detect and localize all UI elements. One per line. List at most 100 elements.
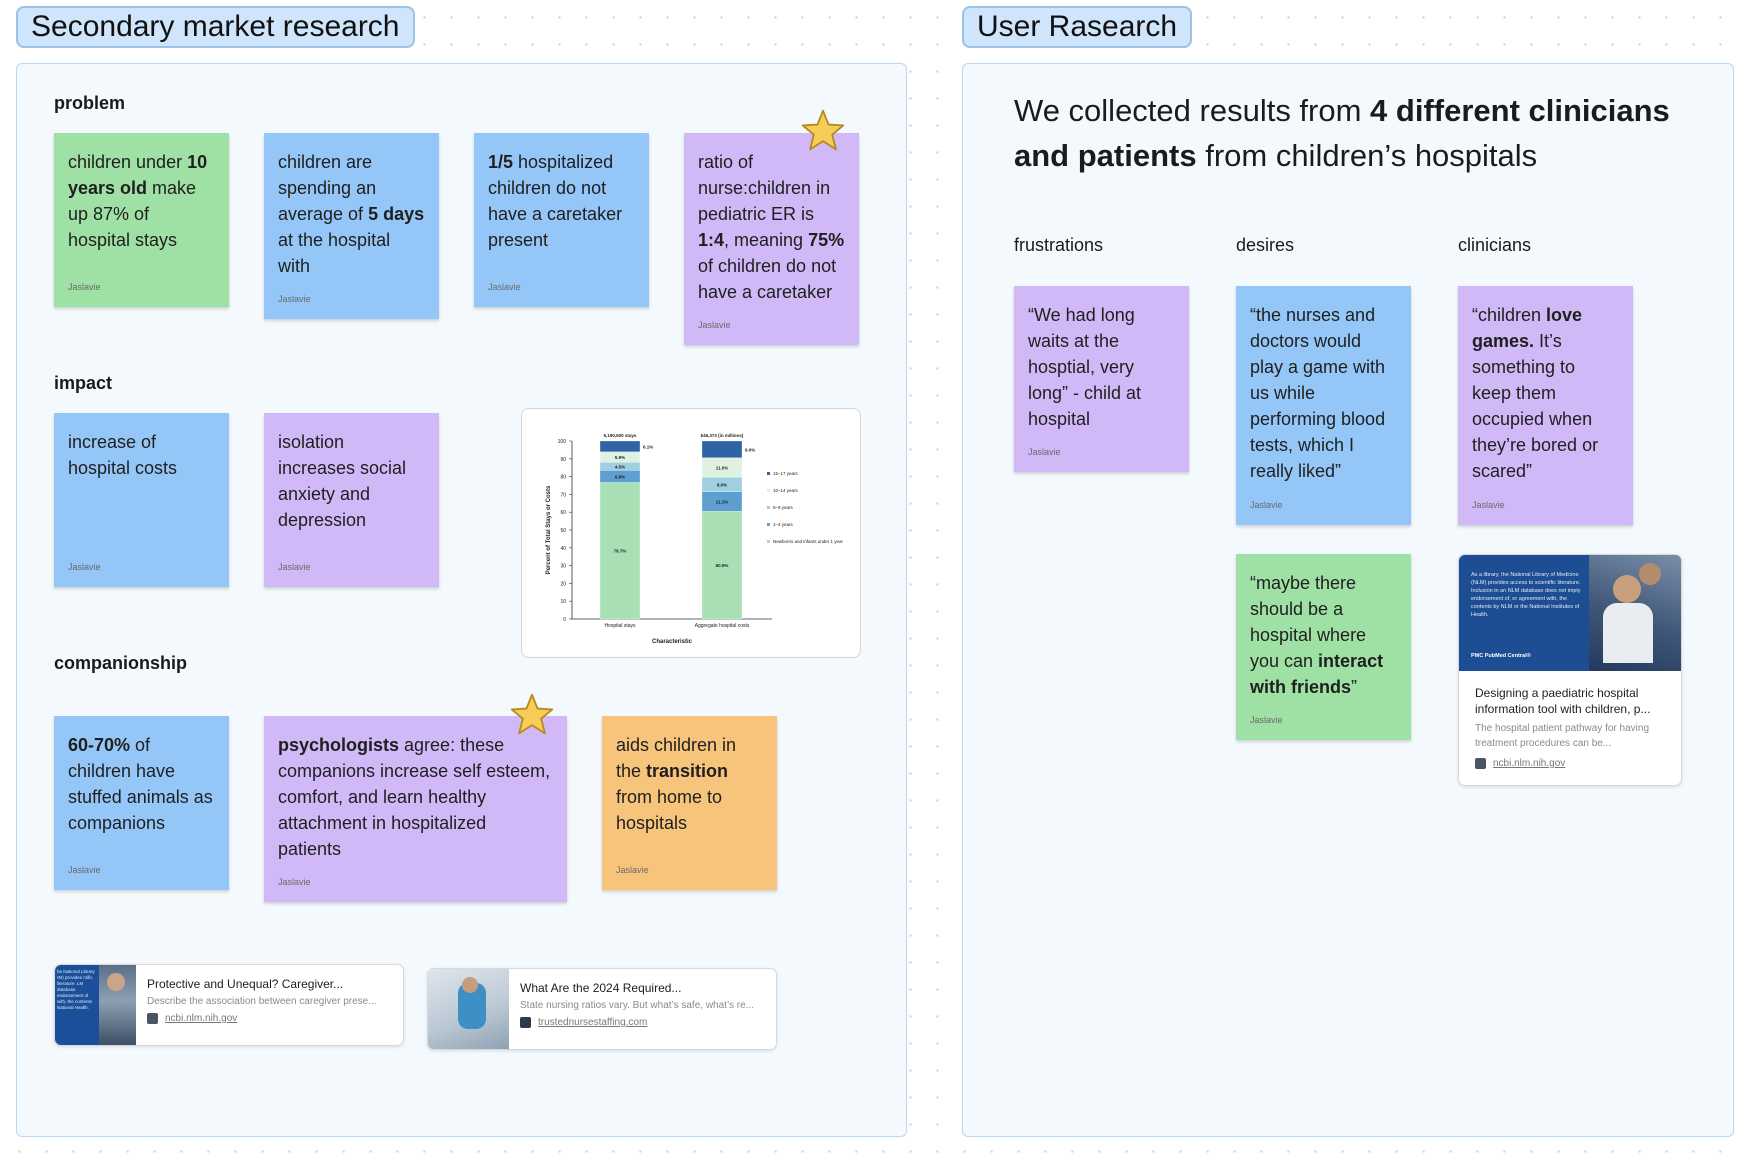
legend-label: 5–9 years xyxy=(773,505,794,510)
link-description: State nursing ratios vary. But what’s sa… xyxy=(520,1000,754,1011)
sticky-note-nurse-ratio[interactable]: ratio of nurse:children in pediatric ER … xyxy=(684,133,859,345)
sticky-author: Jaslavie xyxy=(68,865,101,875)
legend-swatch xyxy=(767,540,770,543)
y-tick-label: 70 xyxy=(560,492,566,498)
sticky-note-average-5-days[interactable]: children are spending an average of 5 da… xyxy=(264,133,439,319)
link-card-paediatric-tool[interactable]: As a library, the National Library of Me… xyxy=(1458,554,1682,786)
sticky-text: from home to hospitals xyxy=(616,787,723,833)
bar-header-label: 5,190,500 stays xyxy=(604,433,637,438)
sticky-text: children are spending an average of xyxy=(278,152,377,224)
bar-segment xyxy=(599,440,641,453)
link-domain[interactable]: ncbi.nlm.nih.gov xyxy=(165,1013,237,1024)
sticky-text: at the hospital with xyxy=(278,230,391,276)
sticky-author: Jaslavie xyxy=(278,562,311,572)
link-description: Describe the association between caregiv… xyxy=(147,996,377,1007)
stacked-bar-chart: 0 10 20 30 40 50 60 70 80 90 100 Percent of Total S… xyxy=(546,433,844,645)
sticky-note-transition[interactable]: aids children in the transition from hom… xyxy=(602,716,777,890)
thumbnail-person-body xyxy=(1603,603,1653,663)
x-axis-label: Characteristic xyxy=(652,639,693,645)
y-tick-label: 20 xyxy=(560,581,566,587)
sticky-author: Jaslavie xyxy=(278,877,311,887)
sticky-text: ” xyxy=(1351,677,1358,697)
star-icon xyxy=(510,693,554,735)
link-description: The hospital patient pathway for having … xyxy=(1475,723,1649,749)
bar-data-label: 4.5% xyxy=(615,464,625,469)
link-domain[interactable]: trustednursestaffing.com xyxy=(538,1017,647,1028)
thumbnail-text: he National Library rM) provides ntific … xyxy=(57,969,95,1010)
sticky-author: Jaslavie xyxy=(68,562,101,572)
legend-swatch xyxy=(767,472,770,475)
x-tick-label: Hospital stays xyxy=(604,623,636,629)
y-tick-label: 90 xyxy=(560,457,566,463)
sticky-bold-text: psychologists xyxy=(278,735,400,755)
sticky-note-love-games[interactable]: “children love games. It’s something to … xyxy=(1458,286,1633,525)
sticky-note-long-waits[interactable]: “We had long waits at the hosptial, very… xyxy=(1014,286,1189,472)
frame-title-user-research[interactable]: User Rasearch xyxy=(962,6,1193,48)
sticky-text: increase of hospital costs xyxy=(68,432,178,478)
sticky-text: “children xyxy=(1472,305,1547,325)
thumbnail-person xyxy=(1613,575,1641,603)
link-title: What Are the 2024 Required... xyxy=(520,981,682,995)
bar-segment xyxy=(701,440,743,458)
sticky-note-isolation[interactable]: isolation increases social anxiety and d… xyxy=(264,413,439,587)
y-axis-label: Percent of Total Stays or Costs xyxy=(546,485,552,574)
bar-header-label: $46,373 (in millions) xyxy=(701,433,744,438)
y-tick-label: 0 xyxy=(563,617,566,623)
sticky-bold-text: 5 days xyxy=(368,204,425,224)
sticky-author: Jaslavie xyxy=(1250,500,1283,510)
sticky-author: Jaslavie xyxy=(488,282,521,292)
sticky-text: “the nurses and doctors would play a gam… xyxy=(1250,305,1386,481)
link-card-caregiver[interactable]: he National Library rM) provides ntific … xyxy=(54,964,404,1046)
link-thumbnail xyxy=(428,969,509,1049)
bar-data-label: 11.0% xyxy=(716,466,729,471)
sticky-text: isolation increases social anxiety and d… xyxy=(278,432,407,530)
trusted-favicon-icon xyxy=(520,1017,531,1028)
sticky-note-nurses-game[interactable]: “the nurses and doctors would play a gam… xyxy=(1236,286,1411,525)
sticky-note-psychologists[interactable]: psychologists agree: these companions in… xyxy=(264,716,567,902)
sticky-author: Jaslavie xyxy=(616,865,649,875)
sticky-bold-text: 1/5 xyxy=(488,152,514,172)
sticky-note-hospital-costs[interactable]: increase of hospital costs Jaslavie xyxy=(54,413,229,587)
column-label-clinicians: clinicians xyxy=(1458,235,1532,255)
thumbnail-person-2 xyxy=(1639,563,1661,585)
link-card-nursing-ratios[interactable]: What Are the 2024 Required... State nurs… xyxy=(427,968,777,1050)
ncbi-favicon-icon xyxy=(147,1013,158,1024)
section-label-impact: impact xyxy=(54,373,113,393)
sticky-note-interact-with-friends[interactable]: “maybe there should be a hospital where … xyxy=(1236,554,1411,740)
bar-data-label: 9.0% xyxy=(745,447,755,452)
heading-text: from children’s hospitals xyxy=(1196,138,1538,173)
link-title: Designing a paediatric hospital informat… xyxy=(1475,686,1651,716)
sticky-note-stuffed-animals[interactable]: 60-70% of children have stuffed animals … xyxy=(54,716,229,890)
bar-data-label: 11.1% xyxy=(716,499,729,504)
user-research-heading: We collected results from 4 different cl… xyxy=(1014,88,1714,178)
link-thumbnail: he National Library rM) provides ntific … xyxy=(55,965,136,1045)
bar-data-label: 60.5% xyxy=(716,563,729,568)
y-tick-label: 30 xyxy=(560,564,566,570)
star-icon xyxy=(801,109,845,151)
legend-swatch xyxy=(767,523,770,526)
sticky-bold-text: transition xyxy=(646,761,729,781)
y-tick-label: 10 xyxy=(560,599,566,605)
link-domain[interactable]: ncbi.nlm.nih.gov xyxy=(1493,758,1565,769)
section-label-companionship: companionship xyxy=(54,653,188,673)
y-tick-label: 80 xyxy=(560,475,566,481)
heading-text: We collected results from xyxy=(1014,93,1371,128)
frame-title-secondary-research[interactable]: Secondary market research xyxy=(16,6,415,48)
sticky-bold-text: 60-70% xyxy=(68,735,131,755)
section-label-problem: problem xyxy=(54,93,126,113)
y-tick-label: 60 xyxy=(560,510,566,516)
chart-card[interactable]: 0 10 20 30 40 50 60 70 80 90 100 Percent of Total S… xyxy=(521,408,861,658)
pmc-logo: PMC PubMed Central® xyxy=(1471,653,1531,659)
sticky-bold-text: 75% xyxy=(808,230,845,250)
legend-label: 10–14 years xyxy=(773,488,799,493)
sticky-author: Jaslavie xyxy=(698,320,731,330)
sticky-bold-text: 1:4 xyxy=(698,230,725,250)
column-label-frustrations: frustrations xyxy=(1014,235,1104,255)
sticky-note-children-under-10[interactable]: children under 10 years old make up 87% … xyxy=(54,133,229,307)
legend-label: 1–4 years xyxy=(773,522,794,527)
thumbnail-text: As a library, the National Library of Me… xyxy=(1471,572,1581,618)
legend-swatch xyxy=(767,489,770,492)
bar-data-label: 5.9% xyxy=(615,455,625,460)
y-tick-label: 40 xyxy=(560,546,566,552)
sticky-note-no-caretaker[interactable]: 1/5 hospitalized children do not have a … xyxy=(474,133,649,307)
